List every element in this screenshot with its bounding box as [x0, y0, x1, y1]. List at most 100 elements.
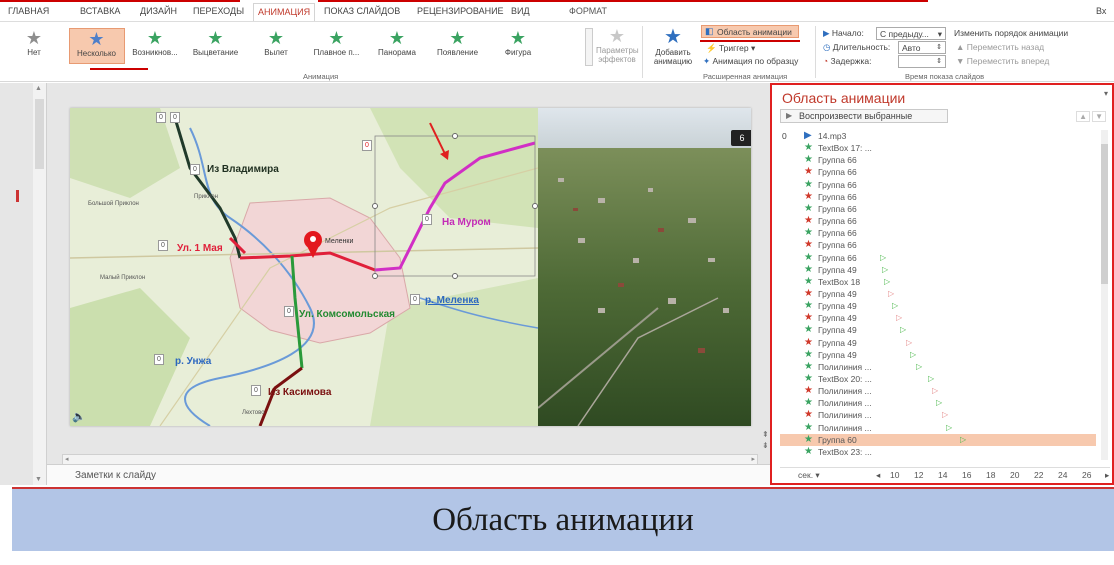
- timeline-bar-icon[interactable]: ▷: [906, 337, 912, 349]
- animation-option[interactable]: ★ Нет: [8, 28, 60, 64]
- animation-list-item[interactable]: ★ Группа 49 ▷: [780, 324, 1096, 336]
- animation-option[interactable]: ★ Панорама: [371, 28, 423, 64]
- timeline-bar-icon[interactable]: ▷: [946, 422, 952, 434]
- pane-options-icon[interactable]: ▾: [1104, 89, 1108, 98]
- animation-list-item[interactable]: ★ Полилиния ... ▷: [780, 397, 1096, 409]
- animation-marker[interactable]: 0: [170, 112, 180, 123]
- timeline-prev-icon[interactable]: ◂: [876, 470, 880, 481]
- animation-list-item[interactable]: ★ Группа 49 ▷: [780, 288, 1096, 300]
- animation-marker[interactable]: 0: [284, 306, 294, 317]
- timeline-bar-icon[interactable]: ▷: [892, 300, 898, 312]
- animation-marker[interactable]: 0: [251, 385, 261, 396]
- animation-marker[interactable]: 0: [154, 354, 164, 365]
- animation-list-item[interactable]: ★ Группа 66: [780, 179, 1096, 191]
- animation-list-item[interactable]: ★ Группа 49 ▷: [780, 349, 1096, 361]
- timeline-bar-icon[interactable]: ▷: [882, 264, 888, 276]
- animation-marker[interactable]: 0: [410, 294, 420, 305]
- timeline-unit-select[interactable]: сек. ▾: [798, 470, 820, 481]
- animation-list-item[interactable]: ★ TextBox 20: ... ▷: [780, 373, 1096, 385]
- timeline[interactable]: сек. ▾ ◂ 10 12 14 16 18 20 22 24 26 ▸: [780, 467, 1110, 481]
- animation-list-item[interactable]: ★ Группа 49 ▷: [780, 264, 1096, 276]
- animation-list-item[interactable]: ★ Группа 60 ▷: [780, 433, 1096, 446]
- timeline-next-icon[interactable]: ▸: [1105, 470, 1109, 481]
- slide-thumbnails-scroll[interactable]: ▲ ▼: [33, 83, 47, 485]
- animation-list-item[interactable]: ★ Группа 66: [780, 203, 1096, 215]
- timeline-bar-icon[interactable]: ▷: [960, 434, 966, 446]
- tab-home[interactable]: ГЛАВНАЯ: [8, 6, 49, 16]
- notes-area[interactable]: Заметки к слайду: [47, 464, 770, 485]
- timeline-bar-icon[interactable]: ▷: [900, 324, 906, 336]
- animation-list-item[interactable]: ★ Группа 66: [780, 166, 1096, 178]
- tab-design[interactable]: ДИЗАЙН: [140, 6, 177, 16]
- slide-canvas[interactable]: Из Владимира На Муром Ул. 1 Мая Ул. Комс…: [70, 108, 751, 426]
- timeline-bar-icon[interactable]: ▷: [928, 373, 934, 385]
- animation-list-item[interactable]: ★ Группа 66: [780, 227, 1096, 239]
- add-animation-button[interactable]: ★ Добавить анимацию: [647, 26, 699, 66]
- animation-list-item[interactable]: ★ TextBox 17: ...: [780, 142, 1096, 154]
- animation-list-item[interactable]: ★ Группа 66: [780, 215, 1096, 227]
- animation-marker[interactable]: 0: [156, 112, 166, 123]
- effect-params-button[interactable]: ★ Параметры эффектов: [596, 26, 639, 64]
- animation-option[interactable]: ★ Вылет: [250, 28, 302, 64]
- timeline-bar-icon[interactable]: ▷: [884, 276, 890, 288]
- tab-transitions[interactable]: ПЕРЕХОДЫ: [193, 6, 244, 16]
- animation-option[interactable]: ★ Несколько: [68, 28, 125, 64]
- next-slide-icon[interactable]: ⇟: [762, 441, 769, 450]
- animation-option[interactable]: ★ Появление: [432, 28, 484, 64]
- animation-option[interactable]: ★ Выцветание: [190, 28, 242, 64]
- timeline-bar-icon[interactable]: ▷: [942, 409, 948, 421]
- animation-marker[interactable]: 0: [190, 164, 200, 175]
- animation-painter-button[interactable]: ✦ Анимация по образцу: [703, 56, 798, 67]
- animation-list-item[interactable]: ★ Группа 66: [780, 191, 1096, 203]
- audio-icon[interactable]: 🔈: [72, 410, 86, 423]
- scroll-down-icon[interactable]: ▼: [35, 476, 42, 483]
- animation-list-item[interactable]: ★ Группа 49 ▷: [780, 312, 1096, 324]
- trigger-button[interactable]: ⚡ Триггер ▾: [706, 43, 755, 54]
- animation-marker[interactable]: 0: [158, 240, 168, 251]
- prev-slide-icon[interactable]: ⇞: [762, 430, 769, 439]
- animation-list-item[interactable]: ★ TextBox 18 ▷: [780, 276, 1096, 288]
- play-selected-button[interactable]: ▶ Воспроизвести выбранные: [780, 109, 948, 123]
- timeline-bar-icon[interactable]: ▷: [910, 349, 916, 361]
- tab-animation[interactable]: АНИМАЦИЯ: [253, 3, 316, 21]
- animation-option[interactable]: ★ Фигура: [492, 28, 544, 64]
- animation-list-item[interactable]: 0 ▶ 14.mp3: [780, 130, 1096, 142]
- timeline-bar-icon[interactable]: ▷: [896, 312, 902, 324]
- animation-list-item[interactable]: ★ Группа 49 ▷: [780, 337, 1096, 349]
- animation-list-item[interactable]: ★ Полилиния ... ▷: [780, 361, 1096, 373]
- timeline-bar-icon[interactable]: ▷: [880, 252, 886, 264]
- animation-list-item[interactable]: ★ Группа 66: [780, 154, 1096, 166]
- tab-insert[interactable]: ВСТАВКА: [80, 6, 120, 16]
- animation-pane-button[interactable]: ◧ Область анимации: [701, 25, 799, 38]
- gallery-scroll[interactable]: [585, 28, 593, 66]
- animation-list-item[interactable]: ★ Полилиния ... ▷: [780, 409, 1096, 421]
- start-select[interactable]: С предыду... ▾: [876, 27, 946, 40]
- delay-input[interactable]: ⇕: [898, 55, 946, 68]
- animation-list-item[interactable]: ★ Группа 66 ▷: [780, 252, 1096, 264]
- tab-view[interactable]: ВИД: [511, 6, 530, 16]
- scroll-left-icon[interactable]: ◂: [65, 455, 69, 463]
- account-label[interactable]: Вх: [1096, 6, 1106, 16]
- animation-list-item[interactable]: ★ Группа 66: [780, 239, 1096, 251]
- animation-list-item[interactable]: ★ TextBox 23: ...: [780, 446, 1096, 458]
- move-forward-button[interactable]: ▼ Переместить вперед: [956, 56, 1049, 66]
- timeline-bar-icon[interactable]: ▷: [932, 385, 938, 397]
- animation-marker[interactable]: 0: [362, 140, 372, 151]
- timeline-bar-icon[interactable]: ▷: [916, 361, 922, 373]
- scroll-up-icon[interactable]: ▲: [35, 85, 42, 92]
- pane-scrollbar[interactable]: [1101, 130, 1108, 460]
- move-back-button[interactable]: ▲ Переместить назад: [956, 42, 1044, 52]
- move-up-icon[interactable]: ▲: [1076, 111, 1090, 122]
- animation-option[interactable]: ★ Плавное п...: [311, 28, 363, 64]
- pane-scroll-thumb[interactable]: [1101, 144, 1108, 284]
- tab-slideshow[interactable]: ПОКАЗ СЛАЙДОВ: [324, 6, 400, 16]
- timeline-bar-icon[interactable]: ▷: [936, 397, 942, 409]
- animation-list-item[interactable]: ★ Полилиния ... ▷: [780, 422, 1096, 434]
- duration-input[interactable]: Авто ⇕: [898, 41, 946, 54]
- animation-list-item[interactable]: ★ Группа 49 ▷: [780, 300, 1096, 312]
- tab-review[interactable]: РЕЦЕНЗИРОВАНИЕ: [417, 6, 504, 16]
- scroll-right-icon[interactable]: ▸: [751, 455, 755, 463]
- animation-marker[interactable]: 0: [422, 214, 432, 225]
- animation-list-item[interactable]: ★ Полилиния ... ▷: [780, 385, 1096, 397]
- tab-format[interactable]: ФОРМАТ: [569, 6, 607, 16]
